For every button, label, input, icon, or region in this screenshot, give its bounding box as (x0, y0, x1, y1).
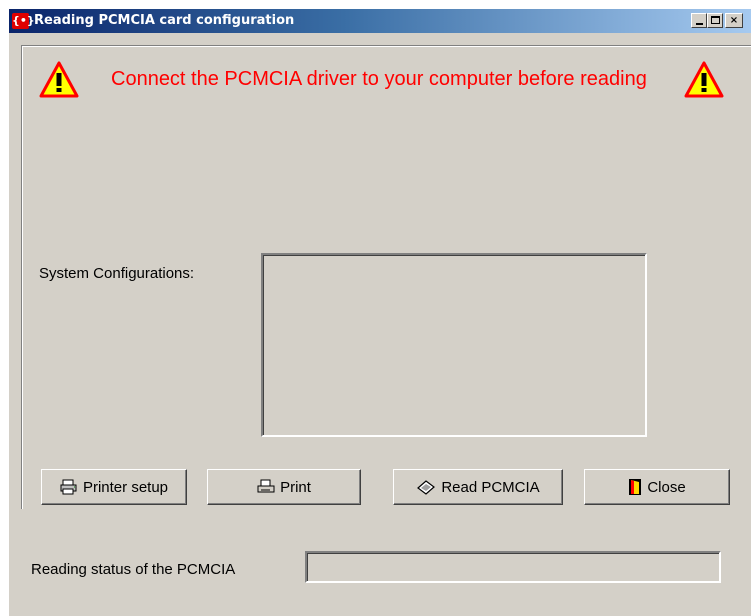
printer-icon (257, 479, 275, 493)
print-button[interactable]: Print (207, 469, 361, 505)
warning-triangle-icon (684, 61, 724, 98)
warning-message: Connect the PCMCIA driver to your comput… (111, 68, 647, 90)
read-pcmcia-label: Read PCMCIA (441, 478, 540, 496)
reading-status-label: Reading status of the PCMCIA (31, 561, 236, 578)
maximize-button[interactable] (707, 13, 723, 28)
door-icon (629, 479, 642, 495)
close-icon: × (729, 15, 739, 26)
window-title: Reading PCMCIA card configuration (34, 13, 295, 28)
minimize-icon (696, 23, 703, 25)
print-label: Print (280, 478, 311, 496)
close-window-button[interactable]: × (725, 13, 743, 28)
printer-setup-button[interactable]: Printer setup (41, 469, 187, 505)
close-button[interactable]: Close (584, 469, 730, 505)
maximize-icon (711, 16, 720, 24)
dialog-window: {•} Reading PCMCIA card configuration × … (8, 8, 751, 616)
read-pcmcia-button[interactable]: Read PCMCIA (393, 469, 563, 505)
system-configurations-box[interactable] (261, 253, 647, 437)
reading-status-field (305, 551, 721, 583)
close-label: Close (647, 478, 686, 496)
title-bar[interactable]: {•} Reading PCMCIA card configuration × (9, 9, 751, 33)
app-icon: {•} (12, 13, 35, 29)
warning-triangle-icon (39, 61, 79, 98)
printer-setup-icon (60, 479, 77, 495)
system-configurations-label: System Configurations: (39, 265, 195, 282)
card-icon (417, 480, 436, 495)
minimize-button[interactable] (691, 13, 707, 28)
printer-setup-label: Printer setup (82, 478, 169, 496)
